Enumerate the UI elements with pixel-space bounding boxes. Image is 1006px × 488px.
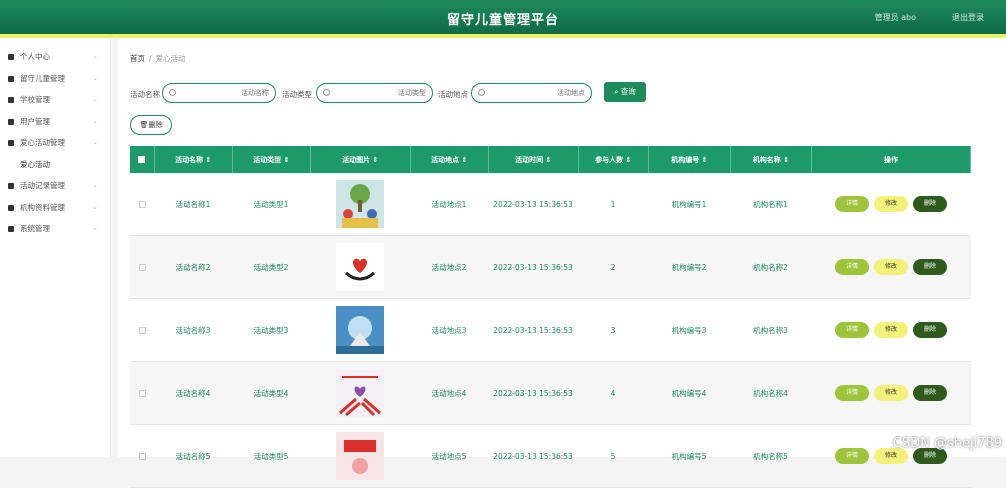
chevron-down-icon: ⌄ bbox=[92, 224, 98, 232]
delete-button[interactable]: 删除 bbox=[913, 259, 947, 275]
select-all-checkbox[interactable] bbox=[138, 156, 146, 163]
chevron-down-icon: ⌄ bbox=[92, 73, 98, 82]
pin-icon bbox=[8, 118, 14, 125]
sidebar-item-activity[interactable]: 爱心活动 bbox=[0, 154, 110, 176]
col-image[interactable]: 活动图片 ⇕ bbox=[311, 146, 411, 173]
logout-link[interactable]: 退出登录 bbox=[952, 12, 984, 23]
sidebar-item-users[interactable]: 用户管理 ⌄ bbox=[0, 111, 110, 133]
row-checkbox[interactable] bbox=[138, 326, 146, 334]
search-icon bbox=[323, 89, 330, 96]
grid-icon bbox=[8, 75, 14, 82]
place-filter-label: 活动地点 bbox=[438, 90, 468, 99]
activity-image bbox=[336, 306, 384, 354]
search-icon bbox=[478, 89, 485, 96]
name-filter-label: 活动名称 bbox=[130, 90, 160, 99]
chevron-down-icon: ⌄ bbox=[92, 181, 98, 189]
col-type[interactable]: 活动类型 ⇕ bbox=[233, 146, 311, 173]
name-filter-input[interactable] bbox=[162, 83, 276, 103]
table-header: 活动名称 ⇕ 活动类型 ⇕ 活动图片 ⇕ 活动地点 ⇕ 活动时间 ⇕ 参与人数 … bbox=[130, 146, 972, 173]
chevron-down-icon: ⌄ bbox=[92, 116, 98, 125]
chevron-down-icon: ⌄ bbox=[92, 95, 98, 103]
edit-button[interactable]: 修改 bbox=[874, 322, 908, 338]
sidebar-item-school[interactable]: 学校管理 ⌄ bbox=[0, 89, 110, 111]
chevron-down-icon: ⌄ bbox=[92, 138, 98, 146]
grid-icon bbox=[8, 226, 14, 232]
query-button[interactable]: ⌕ 查询 bbox=[604, 82, 646, 102]
watermark: CSDN @sheji789 bbox=[892, 436, 1002, 451]
row-checkbox[interactable] bbox=[138, 263, 146, 271]
main-content: 首页/爱心活动 活动名称 活动类型 活动地点 ⌕ 查询 🗑删除 活动名称 ⇕ 活… bbox=[118, 38, 1006, 488]
briefcase-icon bbox=[8, 97, 14, 103]
table-row: 活动名称2 活动类型2 活动地点2 2022-03-13 15:36:53 2 … bbox=[130, 236, 971, 299]
breadcrumb: 首页 / 爱心活动 bbox=[130, 54, 186, 63]
row-checkbox[interactable] bbox=[138, 200, 146, 208]
search-icon: ⌕ bbox=[614, 87, 621, 96]
edit-button[interactable]: 修改 bbox=[874, 259, 908, 275]
delete-button[interactable]: 删除 bbox=[913, 196, 947, 212]
edit-button[interactable]: 修改 bbox=[874, 385, 908, 401]
detail-button[interactable]: 详情 bbox=[835, 259, 869, 275]
col-time[interactable]: 活动时间 ⇕ bbox=[489, 146, 579, 173]
search-icon bbox=[169, 89, 176, 96]
sidebar-item-org[interactable]: 机构资料管理 ⌄ bbox=[0, 197, 110, 219]
place-filter-input[interactable] bbox=[471, 83, 592, 103]
detail-button[interactable]: 详情 bbox=[835, 196, 869, 212]
row-checkbox[interactable] bbox=[138, 452, 146, 460]
col-org-no[interactable]: 机构编号 ⇕ bbox=[649, 146, 731, 173]
breadcrumb-current: 爱心活动 bbox=[155, 54, 186, 63]
type-filter-label: 活动类型 bbox=[282, 90, 312, 99]
chevron-down-icon: ⌄ bbox=[92, 202, 98, 211]
detail-button[interactable]: 详情 bbox=[835, 322, 869, 338]
sidebar-item-activity-manage[interactable]: 爱心活动管理 ⌄ bbox=[0, 132, 110, 154]
activity-image bbox=[336, 432, 384, 480]
batch-delete-button[interactable]: 🗑删除 bbox=[130, 115, 172, 135]
col-ops: 操作 bbox=[812, 146, 972, 173]
col-name[interactable]: 活动名称 ⇕ bbox=[155, 146, 233, 173]
top-header: 留守儿童管理平台 管理员 abo 退出登录 bbox=[0, 0, 1006, 38]
delete-button[interactable]: 删除 bbox=[913, 322, 947, 338]
detail-button[interactable]: 详情 bbox=[835, 385, 869, 401]
activity-image bbox=[336, 180, 384, 228]
table-row: 活动名称3 活动类型3 活动地点3 2022-03-13 15:36:53 3 … bbox=[130, 299, 971, 362]
current-user: 管理员 abo bbox=[874, 13, 916, 22]
activity-table: 活动名称 ⇕ 活动类型 ⇕ 活动图片 ⇕ 活动地点 ⇕ 活动时间 ⇕ 参与人数 … bbox=[130, 146, 972, 488]
sidebar-item-personal-center[interactable]: 个人中心 ⌄ bbox=[0, 46, 110, 68]
sidebar-item-activity-record[interactable]: 活动记录管理 ⌄ bbox=[0, 175, 110, 197]
col-org-name[interactable]: 机构名称 ⇕ bbox=[731, 146, 812, 173]
sidebar-item-children[interactable]: 留守儿童管理 ⌄ bbox=[0, 68, 110, 90]
table-row: 活动名称4 活动类型4 活动地点4 2022-03-13 15:36:53 4 … bbox=[130, 362, 971, 425]
delete-button[interactable]: 删除 bbox=[913, 385, 947, 401]
breadcrumb-home[interactable]: 首页 bbox=[130, 54, 145, 63]
edit-button[interactable]: 修改 bbox=[874, 196, 908, 212]
col-count[interactable]: 参与人数 ⇕ bbox=[579, 146, 649, 173]
sidebar-item-system[interactable]: 系统管理 ⌄ bbox=[0, 218, 110, 240]
row-checkbox[interactable] bbox=[138, 389, 146, 397]
type-filter-input[interactable] bbox=[316, 83, 433, 103]
grid-icon bbox=[8, 140, 14, 146]
col-place[interactable]: 活动地点 ⇕ bbox=[411, 146, 489, 173]
user-icon bbox=[8, 183, 14, 189]
activity-image bbox=[336, 243, 384, 291]
table-row: 活动名称1 活动类型1 活动地点1 2022-03-13 15:36:53 1 … bbox=[130, 173, 971, 236]
activity-image bbox=[336, 369, 384, 417]
doc-icon bbox=[8, 204, 14, 211]
user-icon bbox=[8, 54, 14, 60]
app-title: 留守儿童管理平台 bbox=[446, 13, 559, 28]
detail-button[interactable]: 详情 bbox=[835, 448, 869, 464]
chevron-down-icon: ⌄ bbox=[92, 52, 98, 60]
sidebar: 个人中心 ⌄ 留守儿童管理 ⌄ 学校管理 ⌄ 用户管理 ⌄ 爱心活动管理 ⌄ 爱心活动 活… bbox=[0, 38, 111, 457]
